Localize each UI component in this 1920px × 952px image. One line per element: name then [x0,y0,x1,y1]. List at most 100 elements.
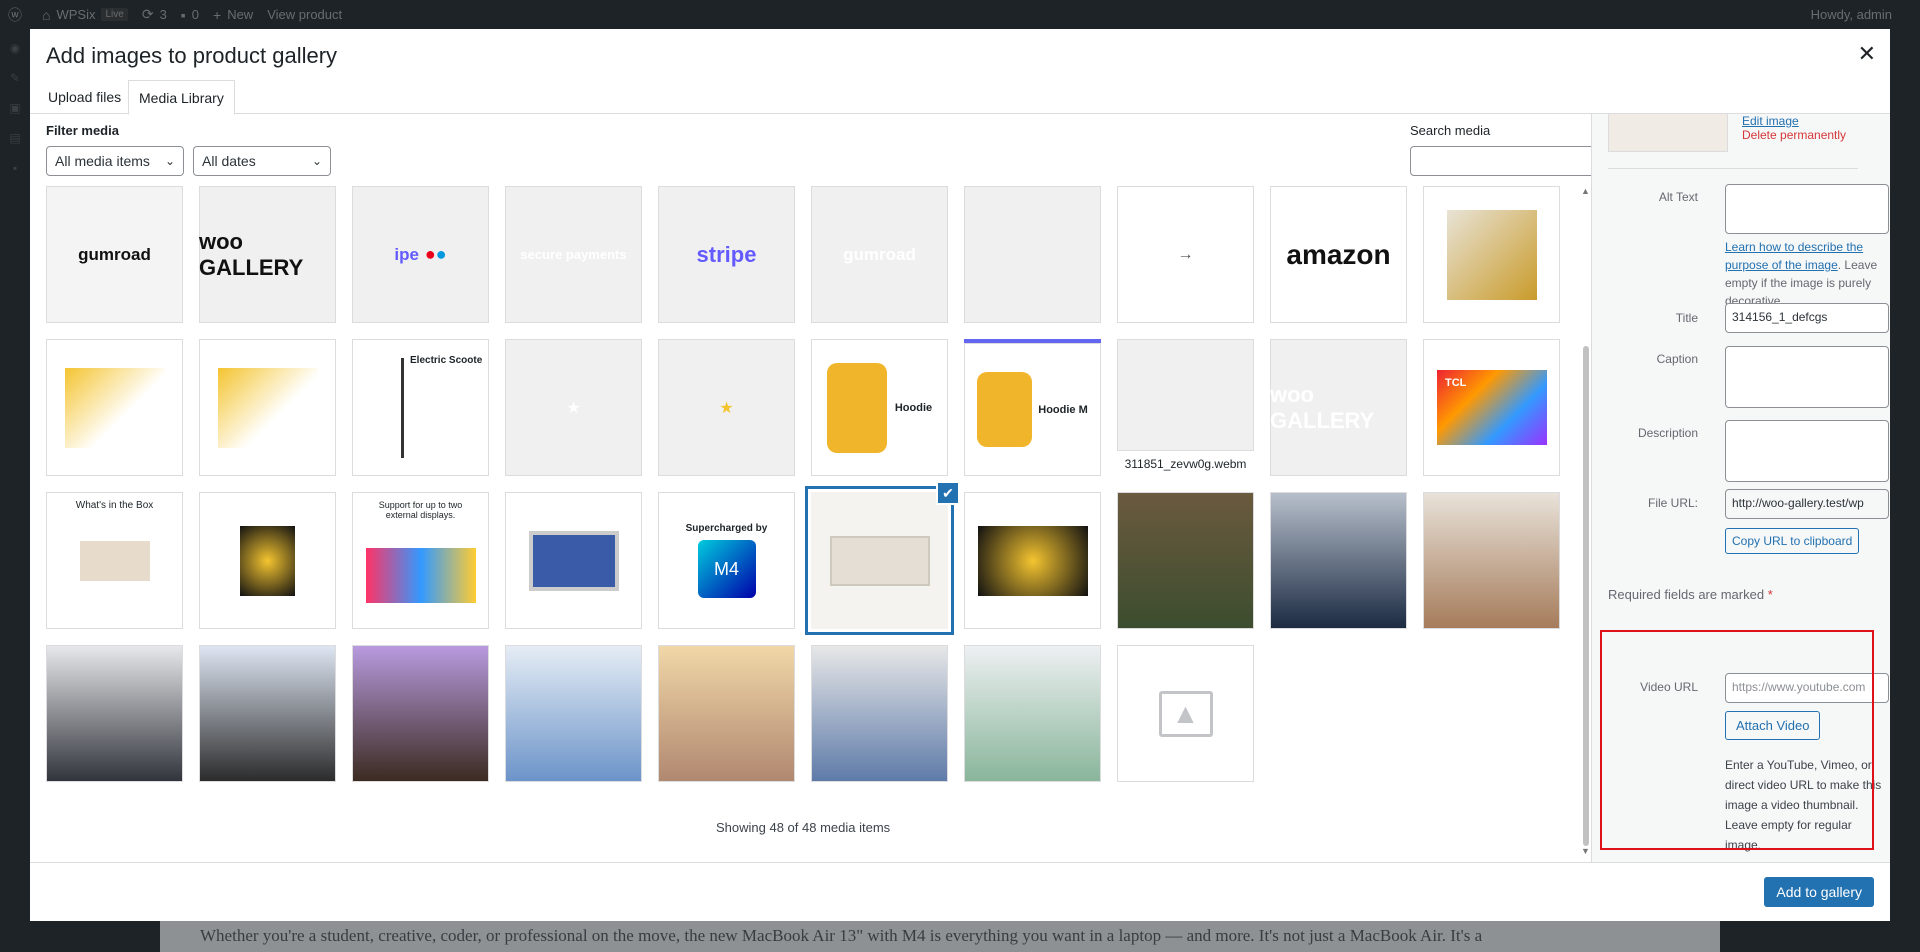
dashboard-icon: ◉ [9,41,21,55]
media-tile[interactable]: woo GALLERY [1270,339,1407,476]
scroll-thumb[interactable] [1583,346,1589,846]
media-tile[interactable] [1270,492,1407,629]
media-tile[interactable]: ipe ● ● [352,186,489,323]
media-tile[interactable] [1423,492,1560,629]
media-tile[interactable]: amazon [1270,186,1407,323]
scroll-up-icon[interactable]: ▲ [1581,186,1590,196]
media-tile[interactable] [505,645,642,782]
chevron-down-icon: ⌄ [311,154,322,168]
plus-icon: + [213,6,222,23]
pages-icon: ▤ [9,131,21,145]
media-tile[interactable] [199,492,336,629]
media-tile[interactable] [964,645,1101,782]
modal-tabs: Upload files Media Library [30,80,1890,115]
media-tile-selected[interactable] [811,492,948,629]
media-tile[interactable]: TCL [1423,339,1560,476]
media-tile[interactable]: → [1117,186,1254,323]
product-image [64,367,165,448]
media-count: Showing 48 of 48 media items [716,820,891,835]
add-to-gallery-button[interactable]: Add to gallery [1764,877,1874,907]
product-image [977,525,1088,596]
media-tile[interactable]: Supercharged by M4 [658,492,795,629]
arrow-right-icon: → [1177,245,1194,263]
product-image [400,357,441,458]
divider [1608,168,1858,169]
modal-toolbar: Add to gallery [30,862,1890,921]
description-field[interactable] [1725,420,1889,482]
media-tile[interactable]: secure payments [505,186,642,323]
media-tile[interactable] [199,339,336,476]
media-grid: gumroad woo GALLERY ipe ● ● secure payment… [46,186,1606,806]
media-tile[interactable]: Hoodie [811,339,948,476]
card-logo-icon: ● [424,244,436,264]
media-tile[interactable]: ★ [505,339,642,476]
product-image [829,535,930,586]
title-field[interactable]: 314156_1_defcgs [1725,303,1889,333]
close-icon[interactable]: ✕ [1858,41,1876,67]
media-tile[interactable] [46,645,183,782]
date-select[interactable]: All dates ⌄ [193,146,331,176]
media-tile[interactable] [1423,186,1560,323]
search-label: Search media [1410,123,1491,138]
media-tile[interactable]: ★ [658,339,795,476]
media-tile[interactable]: woo GALLERY [199,186,336,323]
product-image [217,367,318,448]
media-tile[interactable]: ▲ [1117,645,1254,782]
description-label: Description [1637,426,1698,440]
star-icon: ★ [566,399,581,417]
media-type-select[interactable]: All media items ⌄ [46,146,184,176]
video-url-highlight [1600,630,1874,850]
media-tile[interactable] [964,492,1101,629]
product-image [528,530,619,591]
edit-image-link[interactable]: Edit image [1742,114,1799,128]
alt-text-help: Learn how to describe the purpose of the… [1725,240,1878,308]
updates-link[interactable]: ⟳ 3 [142,6,167,23]
view-product-link[interactable]: View product [267,7,342,22]
product-image [826,362,887,453]
media-tile[interactable]: What's in the Box [46,492,183,629]
copy-url-button[interactable]: Copy URL to clipboard [1725,528,1860,554]
new-link[interactable]: + New [213,7,253,23]
media-tile[interactable] [199,645,336,782]
delete-permanently-link[interactable]: Delete permanently [1742,128,1846,142]
refresh-icon: ⟳ [141,6,154,22]
file-url-field[interactable]: http://woo-gallery.test/wp [1725,489,1889,519]
media-tile[interactable]: Support for up to two external displays. [352,492,489,629]
tab-media-library[interactable]: Media Library [128,80,235,115]
media-tile[interactable] [658,645,795,782]
media-tile[interactable]: stripe [658,186,795,323]
background-strip [1890,29,1920,952]
media-tile[interactable] [1117,492,1254,629]
howdy-account[interactable]: Howdy, admin [1811,7,1892,22]
media-tile[interactable]: gumroad [46,186,183,323]
admin-bar: ⓦ ⌂ WPSix Live ⟳ 3 ▪ 0 + New View product How… [0,0,1920,29]
tab-upload-files[interactable]: Upload files [38,80,131,115]
media-tile[interactable]: Hoodie M [964,339,1101,476]
wordpress-logo-icon[interactable]: ⓦ [8,5,28,25]
required-notice: Required fields are marked * [1608,587,1773,602]
chip-image: M4 [697,540,756,598]
chevron-down-icon: ⌄ [164,154,175,168]
media-tile[interactable] [352,645,489,782]
file-url-label: File URL: [1647,496,1698,510]
check-icon[interactable]: ✔ [936,481,960,505]
alt-text-label: Alt Text [1658,190,1698,204]
title-label: Title [1675,311,1698,325]
media-tile[interactable] [811,645,948,782]
scroll-down-icon[interactable]: ▼ [1581,846,1590,856]
caption-field[interactable] [1725,346,1889,408]
site-name-link[interactable]: ⌂ WPSix Live [42,7,128,23]
media-tile[interactable] [46,339,183,476]
alt-text-field[interactable] [1725,184,1889,234]
media-caption: 311851_zevw0g.webm [1117,450,1254,476]
product-image [240,525,295,596]
media-tile[interactable]: gumroad [811,186,948,323]
media-tile[interactable]: Electric Scoote [352,339,489,476]
caption-label: Caption [1656,352,1698,366]
media-tile[interactable]: 311851_zevw0g.webm [1117,339,1254,476]
media-tile[interactable] [964,186,1101,323]
pin-icon: ✎ [9,71,21,85]
search-input[interactable] [1410,146,1610,176]
comments-link[interactable]: ▪ 0 [181,7,199,23]
media-tile[interactable] [505,492,642,629]
